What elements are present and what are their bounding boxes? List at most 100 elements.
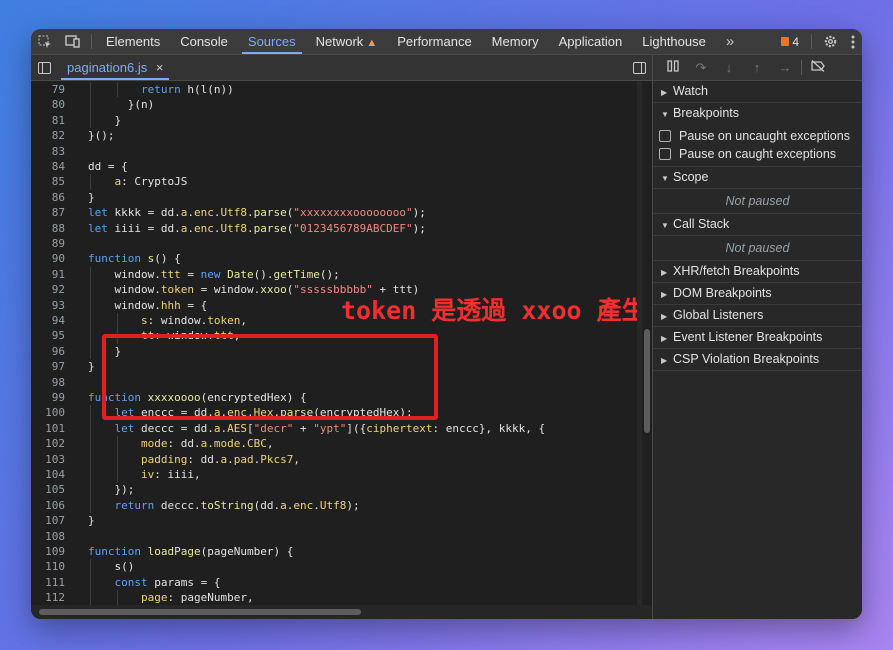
pause-icon[interactable] [659, 60, 687, 75]
line-number[interactable]: 104 [31, 467, 65, 482]
step-over-icon[interactable]: ↷ [687, 60, 715, 76]
line-number[interactable]: 84 [31, 159, 65, 174]
line-number[interactable]: 100 [31, 405, 65, 420]
line-number[interactable]: 85 [31, 174, 65, 189]
line-number[interactable]: 105 [31, 482, 65, 497]
indent-guide [90, 467, 91, 483]
line-number[interactable]: 95 [31, 328, 65, 343]
line-number[interactable]: 91 [31, 267, 65, 282]
settings-gear-icon[interactable] [816, 29, 844, 54]
line-number[interactable]: 110 [31, 559, 65, 574]
section-xhr-fetch-breakpoints[interactable]: ▶ XHR/fetch Breakpoints [653, 261, 862, 283]
panel-tabs: Elements Console Sources Network ▲ Performan… [96, 29, 716, 54]
issues-count: 4 [792, 34, 799, 49]
step-icon[interactable]: → [771, 60, 799, 75]
line-number[interactable]: 80 [31, 97, 65, 112]
line-number[interactable]: 112 [31, 590, 65, 605]
line-code: window.ttt = new Date().getTime(); [114, 267, 340, 281]
pause-uncaught-checkbox[interactable]: Pause on uncaught exceptions [653, 127, 862, 145]
checkbox[interactable] [659, 130, 671, 142]
line-number[interactable]: 108 [31, 529, 65, 544]
line-number[interactable]: 109 [31, 544, 65, 559]
line-number[interactable]: 82 [31, 128, 65, 143]
checkbox-label: Pause on uncaught exceptions [679, 129, 850, 143]
line-number[interactable]: 111 [31, 575, 65, 590]
file-tab[interactable]: pagination6.js × [57, 55, 173, 80]
line-number[interactable]: 86 [31, 190, 65, 205]
close-tab-icon[interactable]: × [156, 60, 164, 75]
line-code: s: window.token, [141, 314, 248, 327]
line-number[interactable]: 81 [31, 113, 65, 128]
indent-guide [90, 97, 91, 113]
line-number[interactable]: 106 [31, 498, 65, 513]
line-code: } [88, 514, 95, 528]
line-code: } [88, 190, 95, 204]
line-number[interactable]: 88 [31, 221, 65, 236]
tab-lighthouse[interactable]: Lighthouse [632, 29, 716, 54]
deactivate-breakpoints-icon[interactable] [804, 60, 832, 75]
tab-application[interactable]: Application [549, 29, 633, 54]
tab-console[interactable]: Console [170, 29, 238, 54]
section-csp-violation-breakpoints[interactable]: ▶ CSP Violation Breakpoints [653, 349, 862, 371]
editor-vertical-scrollbar[interactable] [642, 81, 652, 605]
line-number[interactable]: 96 [31, 344, 65, 359]
indent-guide [90, 343, 91, 360]
line-number[interactable]: 99 [31, 390, 65, 405]
line-code: let iiii = dd.a.enc.Utf8.parse("01234567… [88, 221, 426, 235]
section-dom-breakpoints[interactable]: ▶ DOM Breakpoints [653, 283, 862, 305]
section-scope[interactable]: ▼ Scope [653, 167, 862, 189]
editor-horizontal-scrollbar[interactable] [31, 605, 652, 619]
section-call-stack[interactable]: ▼ Call Stack [653, 214, 862, 236]
collapse-arrow-icon: ▼ [661, 174, 669, 183]
tab-performance[interactable]: Performance [387, 29, 481, 54]
line-number[interactable]: 89 [31, 236, 65, 251]
section-global-listeners[interactable]: ▶ Global Listeners [653, 305, 862, 327]
toggle-debugger-icon[interactable] [626, 55, 652, 80]
line-code: window.hhh = { [114, 298, 208, 312]
tab-elements[interactable]: Elements [96, 29, 170, 54]
section-watch[interactable]: ▶ Watch [653, 81, 862, 103]
line-code: const params = { [114, 575, 221, 589]
inspect-element-icon[interactable] [31, 29, 59, 54]
line-number[interactable]: 93 [31, 298, 65, 313]
issues-counter[interactable]: 4 [773, 35, 807, 49]
line-number[interactable]: 101 [31, 421, 65, 436]
step-into-icon[interactable]: ↓ [715, 60, 743, 75]
indent-guide [116, 590, 118, 605]
indent-guide [90, 436, 91, 452]
checkbox-label: Pause on caught exceptions [679, 147, 837, 161]
section-breakpoints[interactable]: ▼ Breakpoints [653, 103, 862, 124]
more-tabs-button[interactable]: » [716, 29, 744, 54]
indent-guide [90, 174, 91, 190]
section-label: XHR/fetch Breakpoints [673, 264, 800, 278]
line-code: function s() { [88, 252, 181, 266]
step-out-icon[interactable]: ↑ [743, 60, 771, 75]
line-code: let kkkk = dd.a.enc.Utf8.parse("xxxxxxxx… [88, 206, 426, 220]
line-number[interactable]: 98 [31, 375, 65, 390]
section-label: CSP Violation Breakpoints [673, 352, 820, 366]
section-event-listener-breakpoints[interactable]: ▶ Event Listener Breakpoints [653, 327, 862, 349]
checkbox[interactable] [659, 148, 671, 160]
tab-network[interactable]: Network ▲ [306, 29, 388, 54]
line-number[interactable]: 83 [31, 144, 65, 159]
expand-arrow-icon: ▶ [661, 290, 668, 299]
toggle-navigator-icon[interactable] [31, 55, 57, 80]
tab-memory[interactable]: Memory [482, 29, 549, 54]
code-editor[interactable]: 112 page: pageNumber, 111 const params = {1… [31, 81, 637, 605]
device-toolbar-icon[interactable] [59, 29, 87, 54]
line-number[interactable]: 107 [31, 513, 65, 528]
tab-sources[interactable]: Sources [238, 29, 306, 54]
line-number[interactable]: 79 [31, 82, 65, 97]
indent-guide [90, 574, 91, 591]
pause-caught-checkbox[interactable]: Pause on caught exceptions [653, 145, 862, 163]
line-number[interactable]: 87 [31, 205, 65, 220]
line-number[interactable]: 97 [31, 359, 65, 374]
line-number[interactable]: 102 [31, 436, 65, 451]
line-code: } [88, 360, 95, 374]
line-number[interactable]: 103 [31, 452, 65, 467]
line-number[interactable]: 90 [31, 251, 65, 266]
more-options-icon[interactable] [844, 29, 862, 54]
issues-icon [781, 37, 790, 46]
line-number[interactable]: 92 [31, 282, 65, 297]
line-number[interactable]: 94 [31, 313, 65, 328]
